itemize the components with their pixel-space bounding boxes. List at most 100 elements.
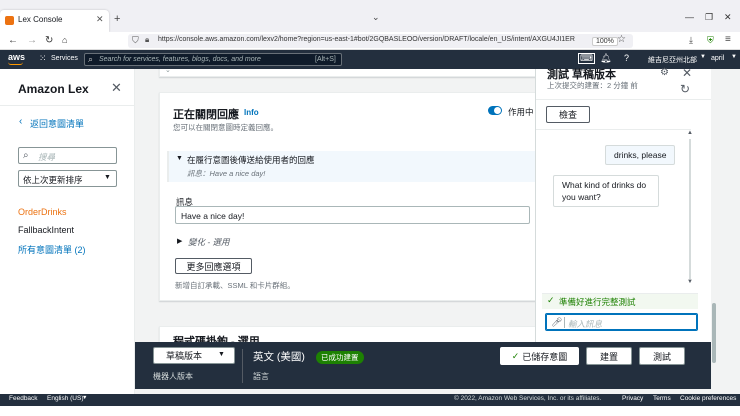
reload-icon[interactable]: ↻	[45, 35, 53, 46]
close-window-icon[interactable]: ✕	[724, 12, 732, 23]
caret-down-icon: ▼	[176, 155, 183, 162]
search-placeholder: Search for services, features, blogs, do…	[99, 56, 261, 63]
scroll-up-icon[interactable]: ▲	[687, 130, 693, 136]
version-label: 機器人版本	[153, 372, 193, 381]
zoom-level[interactable]: 100%	[592, 37, 618, 46]
aws-search-input[interactable]: ⌕ Search for services, features, blogs, …	[84, 53, 342, 66]
browser-tabbar	[0, 0, 740, 10]
closing-response-description: 您可以在關閉意圖時定義回應。	[173, 123, 278, 132]
user-chevron-icon: ▼	[731, 54, 737, 60]
toggle-knob	[494, 107, 501, 114]
privacy-link[interactable]: Privacy	[622, 395, 643, 402]
test-panel-divider	[536, 99, 712, 100]
language-caret-icon: ▼	[82, 395, 88, 401]
tab-list-icon[interactable]: ⌄	[372, 12, 380, 23]
saved-intent-label: 已儲存意圖	[522, 351, 568, 362]
search-icon: ⌕	[23, 150, 29, 161]
test-button[interactable]: 測試	[639, 347, 685, 365]
success-check-icon: ✓	[547, 295, 555, 305]
forward-icon[interactable]: →	[27, 35, 37, 46]
notifications-icon[interactable]: 🔔︎	[600, 53, 611, 64]
back-icon[interactable]: ←	[8, 35, 18, 46]
test-panel-subtitle: 上次提交的建置：2 分鐘 前	[547, 81, 638, 90]
microphone-icon[interactable]: 🎤︎	[551, 317, 562, 328]
active-toggle[interactable]	[488, 106, 502, 115]
settings-gear-icon[interactable]: ⚙	[660, 67, 669, 78]
close-tab-icon[interactable]: ✕	[96, 14, 104, 25]
chat-scrollbar[interactable]	[689, 139, 691, 279]
sidebar-item-orderdrinks[interactable]: OrderDrinks	[18, 207, 67, 217]
more-options-hint: 新增自訂承載、SSML 和卡片群組。	[175, 281, 295, 290]
url-bar[interactable]: ⛉ 🔒︎ https://console.aws.amazon.com/lexv…	[128, 34, 633, 48]
info-link[interactable]: Info	[244, 108, 259, 117]
previous-card: ⌄	[159, 69, 535, 77]
bottom-action-bar: 草稿版本 ▼ 機器人版本 英文 (美國) 已成功建置 語言 ✓ 已儲存意圖 建置…	[135, 342, 711, 389]
scroll-down-icon[interactable]: ▼	[687, 279, 693, 285]
terms-link[interactable]: Terms	[653, 395, 671, 402]
favicon-icon	[5, 16, 14, 25]
minimize-icon[interactable]: —	[685, 12, 694, 22]
variations-expander[interactable]: 變化 - 選用	[188, 236, 230, 248]
more-response-options-button[interactable]: 更多回應選項	[175, 258, 252, 274]
maximize-icon[interactable]: ❐	[705, 12, 713, 23]
region-selector[interactable]: 維吉尼亞州北部	[648, 55, 697, 65]
copyright-text: © 2022, Amazon Web Services, Inc. or its…	[454, 395, 602, 402]
test-message-input[interactable]: 🎤︎ 輸入訊息	[545, 313, 698, 331]
saved-intent-button[interactable]: ✓ 已儲存意圖	[500, 347, 579, 365]
language-label: 語言	[253, 372, 269, 381]
test-panel: 測試 草稿版本 上次提交的建置：2 分鐘 前 ⚙ ✕ ↻ 檢查 drinks, …	[535, 66, 712, 342]
sidebar-item-fallbackintent[interactable]: FallbackIntent	[18, 225, 74, 235]
close-test-panel-icon[interactable]: ✕	[682, 66, 692, 80]
version-select[interactable]: 草稿版本 ▼	[153, 347, 235, 364]
build-button[interactable]: 建置	[586, 347, 632, 365]
bot-message-text: What kind of drinks do you want?	[562, 180, 647, 202]
user-message-bubble: drinks, please	[605, 145, 676, 165]
aws-logo-smile	[8, 62, 23, 65]
sidebar-item-all-intents[interactable]: 所有意圖清單 (2)	[18, 243, 86, 256]
refresh-icon[interactable]: ↻	[680, 82, 690, 96]
test-panel-divider-2	[536, 129, 691, 130]
ready-status-text: 準備好進行完整測試	[559, 297, 636, 307]
bookmark-star-icon[interactable]: ☆	[617, 34, 626, 45]
user-menu[interactable]: april	[711, 55, 724, 62]
download-icon[interactable]: ⤓	[689, 35, 693, 46]
back-to-intents-link[interactable]: 返回意圖清單	[30, 117, 84, 130]
sidebar-search-input[interactable]: ⌕ 搜尋	[18, 147, 117, 164]
input-divider	[564, 317, 565, 328]
sidebar-divider	[0, 105, 135, 106]
search-icon: ⌕	[88, 54, 94, 64]
version-select-value: 草稿版本	[166, 351, 203, 361]
bottom-divider	[242, 349, 243, 383]
inspect-label: 檢查	[558, 110, 577, 120]
cloudshell-icon[interactable]: ⌨	[578, 53, 595, 64]
feedback-link[interactable]: Feedback	[9, 395, 38, 402]
sidebar-sort-value: 依上次更新排序	[23, 175, 83, 185]
user-message-text: drinks, please	[614, 150, 667, 160]
build-status-badge: 已成功建置	[316, 351, 364, 364]
message-input[interactable]: Have a nice day!	[175, 206, 530, 224]
home-icon[interactable]: ⌂	[62, 35, 67, 45]
extension-icon[interactable]: ⛨	[707, 35, 714, 46]
caret-right-icon: ▶	[177, 238, 183, 245]
services-grid-icon[interactable]: ⁙	[39, 53, 47, 64]
language-selector[interactable]: English (US)	[47, 395, 83, 402]
cookie-preferences-link[interactable]: Cookie preferences	[680, 395, 736, 402]
tab-title: Lex Console	[18, 15, 63, 24]
message-value: Have a nice day!	[181, 211, 245, 221]
bot-message-bubble: What kind of drinks do you want?	[553, 175, 659, 207]
services-menu[interactable]: Services	[51, 55, 78, 62]
browser-tab[interactable]: Lex Console ✕	[0, 10, 109, 32]
help-icon[interactable]: ?	[624, 53, 629, 63]
test-label: 測試	[652, 351, 671, 362]
aws-logo[interactable]: aws	[8, 52, 25, 62]
new-tab-icon[interactable]: +	[114, 13, 120, 25]
bottom-edge	[0, 406, 740, 416]
chevron-left-icon: ‹	[19, 116, 23, 127]
expander-title[interactable]: 在履行意圖後傳送給使用者的回應	[187, 154, 315, 166]
close-sidebar-icon[interactable]: ✕	[111, 80, 122, 96]
sidebar-sort-select[interactable]: 依上次更新排序 ▼	[18, 170, 117, 187]
caret-down-icon: ▼	[218, 351, 225, 358]
menu-icon[interactable]: ≡	[725, 34, 731, 45]
inspect-button[interactable]: 檢查	[546, 106, 590, 123]
page-scrollbar-thumb[interactable]	[712, 303, 716, 363]
